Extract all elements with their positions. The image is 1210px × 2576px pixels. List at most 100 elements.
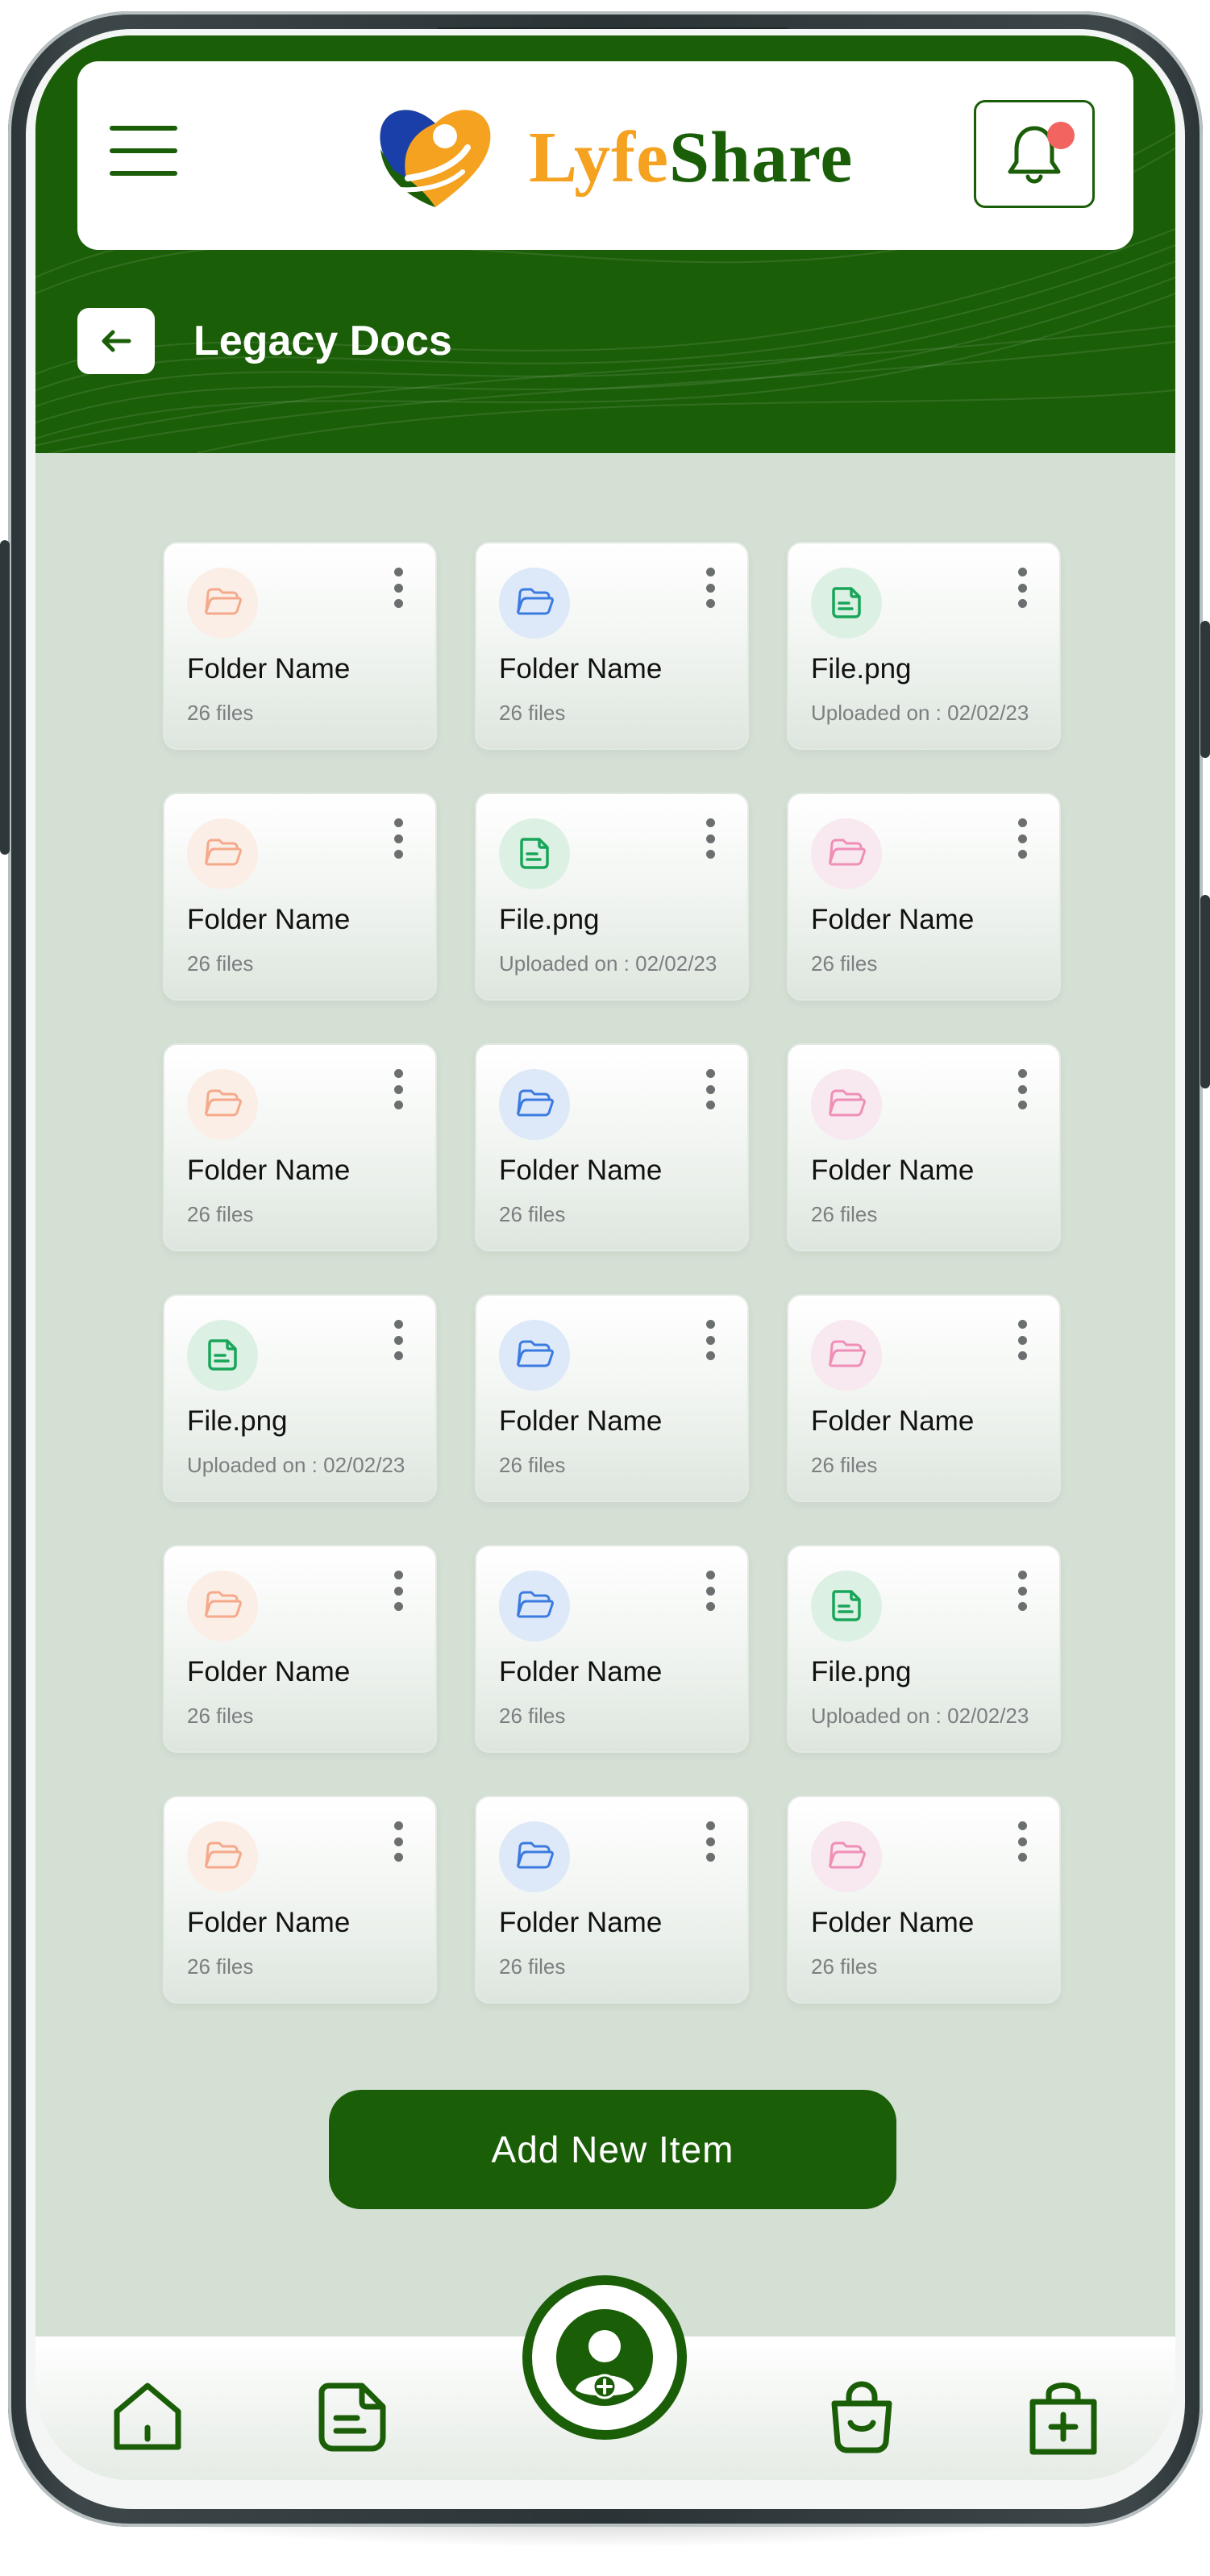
item-name: Folder Name [499, 1907, 663, 1938]
folder-card[interactable]: Folder Name 26 files [787, 1043, 1061, 1251]
folder-card[interactable]: Folder Name 26 files [163, 542, 437, 750]
item-name: Folder Name [499, 1405, 663, 1437]
file-card[interactable]: File.png Uploaded on : 02/02/23 [475, 793, 749, 1001]
profile-add-button[interactable] [522, 2275, 687, 2440]
item-meta: 26 files [187, 951, 254, 976]
item-meta: Uploaded on : 02/02/23 [187, 1453, 405, 1477]
folder-card[interactable]: Folder Name 26 files [787, 1796, 1061, 2004]
side-button-right-upper [1200, 621, 1210, 758]
folder-icon [811, 1821, 882, 1892]
folder-icon [499, 1821, 570, 1892]
item-name: Folder Name [187, 1907, 351, 1938]
more-options-icon[interactable] [390, 1320, 406, 1360]
more-options-icon[interactable] [1014, 1571, 1030, 1611]
brand-name: LyfeShare [529, 116, 853, 199]
folder-icon [187, 1069, 258, 1140]
more-options-icon[interactable] [390, 568, 406, 608]
item-meta: 26 files [187, 1954, 254, 1979]
folder-card[interactable]: Folder Name 26 files [163, 1545, 437, 1753]
folder-card[interactable]: Folder Name 26 files [475, 1294, 749, 1502]
more-options-icon[interactable] [390, 1821, 406, 1862]
more-options-icon[interactable] [702, 1571, 718, 1611]
item-name: Folder Name [187, 1656, 351, 1688]
folder-icon [187, 568, 258, 639]
item-meta: Uploaded on : 02/02/23 [811, 701, 1029, 725]
more-options-icon[interactable] [390, 818, 406, 859]
hamburger-icon[interactable] [110, 126, 177, 176]
arrow-left-icon [102, 330, 131, 352]
item-name: Folder Name [187, 653, 351, 685]
brand-name-part2: Share [668, 117, 854, 198]
item-meta: 26 files [499, 1453, 566, 1477]
item-name: Folder Name [811, 1405, 975, 1437]
folder-card[interactable]: Folder Name 26 files [475, 542, 749, 750]
file-card[interactable]: File.png Uploaded on : 02/02/23 [787, 1545, 1061, 1753]
item-meta: 26 files [811, 1453, 878, 1477]
item-meta: 26 files [499, 1954, 566, 1979]
back-button[interactable] [77, 308, 155, 374]
shopping-bag-icon [831, 2381, 892, 2453]
folder-card[interactable]: Folder Name 26 files [163, 793, 437, 1001]
more-options-icon[interactable] [702, 568, 718, 608]
document-icon [318, 2382, 386, 2452]
item-meta: 26 files [811, 1202, 878, 1226]
folder-icon [811, 1069, 882, 1140]
nav-medical[interactable] [1019, 2369, 1108, 2461]
menu-line [110, 171, 177, 176]
folder-card[interactable]: Folder Name 26 files [475, 1545, 749, 1753]
nav-documents[interactable] [308, 2372, 397, 2461]
page-title: Legacy Docs [193, 318, 452, 364]
folder-card[interactable]: Folder Name 26 files [475, 1043, 749, 1251]
folder-card[interactable]: Folder Name 26 files [787, 1294, 1061, 1502]
item-meta: 26 files [499, 1202, 566, 1226]
more-options-icon[interactable] [1014, 818, 1030, 859]
item-name: Folder Name [187, 1155, 351, 1186]
more-options-icon[interactable] [1014, 1821, 1030, 1862]
item-name: Folder Name [499, 653, 663, 685]
nav-home[interactable] [103, 2372, 192, 2461]
menu-line [110, 148, 177, 153]
item-meta: 26 files [499, 1704, 566, 1728]
folder-card[interactable]: Folder Name 26 files [163, 1796, 437, 2004]
folder-card[interactable]: Folder Name 26 files [787, 793, 1061, 1001]
user-add-icon [556, 2309, 653, 2406]
folder-card[interactable]: Folder Name 26 files [475, 1796, 749, 2004]
more-options-icon[interactable] [1014, 1320, 1030, 1360]
item-name: File.png [811, 653, 912, 685]
folder-icon [187, 1571, 258, 1642]
item-meta: 26 files [187, 1202, 254, 1226]
more-options-icon[interactable] [702, 1069, 718, 1109]
brand-name-part1: Lyfe [529, 117, 669, 198]
item-meta: Uploaded on : 02/02/23 [499, 951, 717, 976]
more-options-icon[interactable] [390, 1069, 406, 1109]
item-meta: 26 files [499, 701, 566, 725]
more-options-icon[interactable] [702, 818, 718, 859]
more-options-icon[interactable] [390, 1571, 406, 1611]
more-options-icon[interactable] [702, 1821, 718, 1862]
notification-button[interactable] [974, 100, 1095, 208]
menu-line [110, 126, 177, 131]
file-icon [187, 1320, 258, 1391]
home-icon [114, 2382, 181, 2450]
file-card[interactable]: File.png Uploaded on : 02/02/23 [787, 542, 1061, 750]
item-name: Folder Name [499, 1656, 663, 1688]
item-name: Folder Name [499, 1155, 663, 1186]
add-new-item-button[interactable]: Add New Item [329, 2090, 896, 2209]
side-button-left [0, 540, 10, 855]
more-options-icon[interactable] [1014, 568, 1030, 608]
item-meta: 26 files [811, 951, 878, 976]
notification-dot [1047, 122, 1075, 149]
nav-shop[interactable] [817, 2372, 906, 2461]
item-name: File.png [187, 1405, 288, 1437]
side-button-right-lower [1200, 895, 1210, 1088]
more-options-icon[interactable] [702, 1320, 718, 1360]
item-meta: 26 files [187, 701, 254, 725]
item-meta: Uploaded on : 02/02/23 [811, 1704, 1029, 1728]
item-meta: 26 files [811, 1954, 878, 1979]
item-name: Folder Name [811, 904, 975, 935]
file-card[interactable]: File.png Uploaded on : 02/02/23 [163, 1294, 437, 1502]
medical-bag-icon [1029, 2382, 1097, 2455]
folder-card[interactable]: Folder Name 26 files [163, 1043, 437, 1251]
more-options-icon[interactable] [1014, 1069, 1030, 1109]
heart-logo-icon [380, 110, 491, 207]
